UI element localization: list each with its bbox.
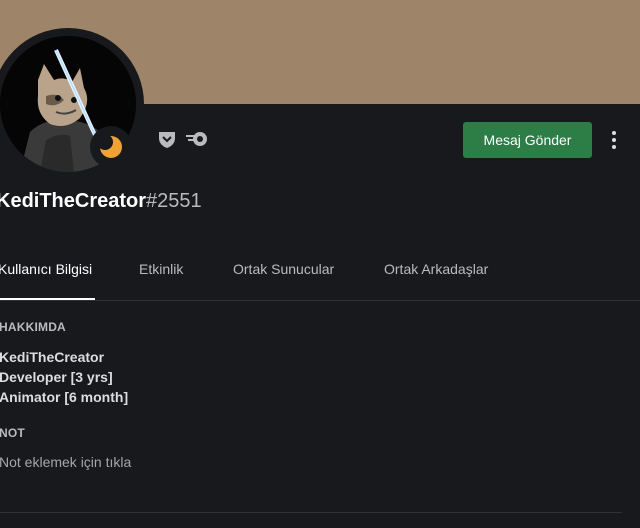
note-input[interactable] <box>0 452 399 472</box>
profile-tabs: Kullanıcı Bilgisi Etkinlik Ortak Sunucul… <box>0 258 640 300</box>
tab-mutual-servers[interactable]: Ortak Sunucular <box>233 258 334 300</box>
about-line: KediTheCreator <box>0 349 105 365</box>
username-text: KediTheCreator <box>0 190 147 212</box>
about-line: Developer [3 yrs] <box>0 369 113 385</box>
about-line: Animator [6 month] <box>0 389 129 405</box>
moon-idle-icon <box>97 134 122 158</box>
hypesquad-badge-icon[interactable] <box>157 128 177 155</box>
about-me-heading: HAKKIMDA <box>0 320 66 334</box>
nitro-boost-badge-icon[interactable] <box>184 128 210 155</box>
tabs-divider <box>0 300 640 301</box>
bottom-divider <box>0 512 622 513</box>
username-discriminator: #2551 <box>146 190 202 212</box>
tab-activity[interactable]: Etkinlik <box>139 258 183 300</box>
note-heading: NOT <box>0 426 25 440</box>
about-me-text: KediTheCreator Developer [3 yrs] Animato… <box>0 347 128 407</box>
status-indicator <box>96 132 126 162</box>
more-vertical-icon[interactable] <box>604 126 624 154</box>
send-message-button[interactable]: Mesaj Gönder <box>463 122 592 158</box>
profile-username: KediTheCreator#2551 <box>0 190 202 213</box>
tab-user-info[interactable]: Kullanıcı Bilgisi <box>0 258 95 300</box>
tab-mutual-friends[interactable]: Ortak Arkadaşlar <box>384 258 488 300</box>
